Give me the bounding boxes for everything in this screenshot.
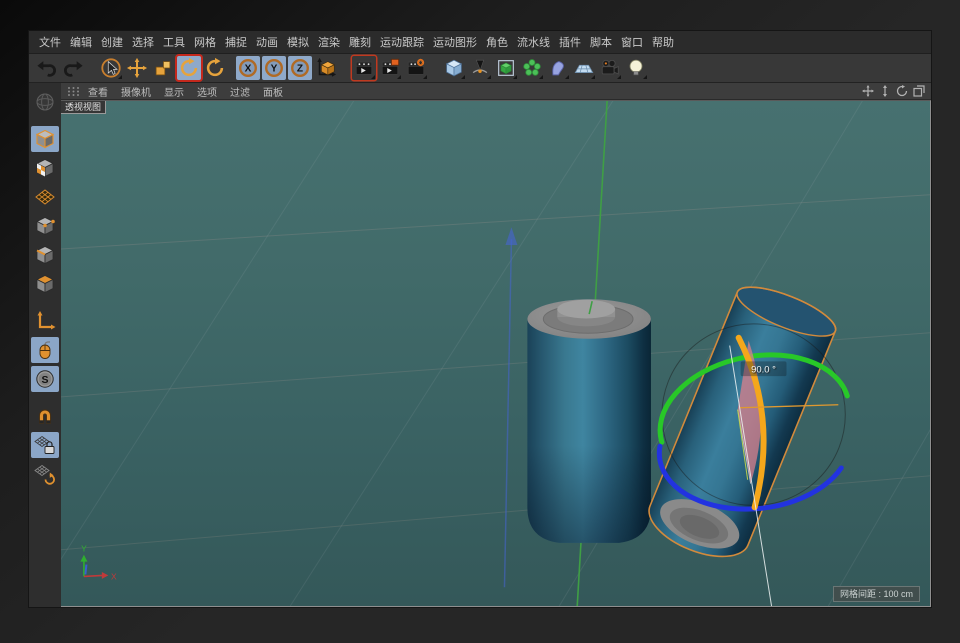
- viewport-menu-item[interactable]: 选项: [197, 84, 217, 99]
- add-camera-icon[interactable]: [598, 56, 622, 80]
- add-mograph-icon[interactable]: [520, 56, 544, 80]
- viewport-menu-items: 查看摄像机显示选项过滤面板: [88, 84, 296, 99]
- orbit-view-icon[interactable]: [895, 85, 908, 98]
- points-mode-icon[interactable]: [31, 213, 59, 239]
- svg-text:S: S: [41, 374, 48, 386]
- render-picture-viewer-icon[interactable]: [378, 56, 402, 80]
- edges-mode-icon[interactable]: [31, 242, 59, 268]
- align-workplane-icon[interactable]: [31, 461, 59, 487]
- toolbar: X Y Z: [29, 54, 931, 83]
- render-settings-icon[interactable]: [404, 56, 428, 80]
- viewport-menubar: 查看摄像机显示选项过滤面板: [61, 83, 931, 100]
- menu-item[interactable]: 模拟: [287, 34, 309, 50]
- menu-item[interactable]: 捕捉: [225, 34, 247, 50]
- svg-text:90.0 °: 90.0 °: [751, 364, 776, 375]
- menu-item[interactable]: 创建: [101, 34, 123, 50]
- view-controls: [861, 85, 925, 98]
- menu-item[interactable]: 文件: [39, 34, 61, 50]
- snap-s-icon[interactable]: S: [31, 366, 59, 392]
- left-tool-palette: S: [29, 83, 61, 607]
- viewport-solo-icon[interactable]: [31, 337, 59, 363]
- menu-item[interactable]: 渲染: [318, 34, 340, 50]
- dolly-view-icon[interactable]: [878, 85, 891, 98]
- menubar: 文件编辑创建选择工具网格捕捉动画模拟渲染雕刻运动跟踪运动图形角色流水线插件脚本窗…: [29, 31, 931, 54]
- x-axis-label: X: [111, 571, 117, 581]
- standing-cylinder[interactable]: [527, 299, 651, 543]
- model-mode-icon[interactable]: [31, 126, 59, 152]
- menu-item[interactable]: 帮助: [652, 34, 674, 50]
- make-editable-icon[interactable]: [31, 89, 59, 115]
- menu-item[interactable]: 运动图形: [433, 34, 477, 50]
- polygons-mode-icon[interactable]: [31, 271, 59, 297]
- menu-item[interactable]: 网格: [194, 34, 216, 50]
- scene-3d: 90.0 ° Y X: [61, 101, 930, 606]
- menu-item[interactable]: 动画: [256, 34, 278, 50]
- viewport-canvas[interactable]: 透视视图 网格间距 : 100 cm: [61, 100, 931, 607]
- y-axis-lock-icon[interactable]: Y: [262, 56, 286, 80]
- menu-item[interactable]: 脚本: [590, 34, 612, 50]
- viewport-menu-item[interactable]: 查看: [88, 84, 108, 99]
- x-axis-lock-icon[interactable]: X: [236, 56, 260, 80]
- z-axis-lock-icon[interactable]: Z: [288, 56, 312, 80]
- menu-item[interactable]: 雕刻: [349, 34, 371, 50]
- viewport-menu-item[interactable]: 过滤: [230, 84, 250, 99]
- lock-workplane-icon[interactable]: [31, 432, 59, 458]
- menu-item[interactable]: 工具: [163, 34, 185, 50]
- redo-icon[interactable]: [61, 56, 85, 80]
- render-view-icon[interactable]: [352, 56, 376, 80]
- panel-grip-icon[interactable]: [67, 86, 80, 97]
- z-axis-stub: [85, 565, 86, 575]
- c4d-window: 文件编辑创建选择工具网格捕捉动画模拟渲染雕刻运动跟踪运动图形角色流水线插件脚本窗…: [28, 30, 932, 608]
- add-generator-icon[interactable]: [494, 56, 518, 80]
- grid-spacing-label: 网格间距 : 100 cm: [833, 586, 920, 602]
- y-axis-label: Y: [81, 544, 87, 554]
- live-selection-icon[interactable]: [99, 56, 123, 80]
- menu-item[interactable]: 运动跟踪: [380, 34, 424, 50]
- viewport-menu-item[interactable]: 显示: [164, 84, 184, 99]
- svg-text:Y: Y: [271, 64, 278, 75]
- viewport-panel: 查看摄像机显示选项过滤面板: [61, 83, 931, 607]
- scale-tool-icon[interactable]: [151, 56, 175, 80]
- menu-item[interactable]: 插件: [559, 34, 581, 50]
- menu-item[interactable]: 角色: [486, 34, 508, 50]
- svg-text:X: X: [245, 64, 252, 75]
- svg-text:Z: Z: [297, 64, 303, 75]
- snap-magnet-icon[interactable]: [31, 403, 59, 429]
- add-spline-icon[interactable]: [468, 56, 492, 80]
- pan-view-icon[interactable]: [861, 85, 874, 98]
- add-environment-icon[interactable]: [572, 56, 596, 80]
- angle-readout: 90.0 °: [741, 361, 787, 376]
- texture-mode-icon[interactable]: [31, 155, 59, 181]
- menu-item[interactable]: 编辑: [70, 34, 92, 50]
- y-axis-arrow: [80, 555, 87, 562]
- add-light-icon[interactable]: [624, 56, 648, 80]
- viewport-menu-item[interactable]: 摄像机: [121, 84, 151, 99]
- viewport-menu-item[interactable]: 面板: [263, 84, 283, 99]
- toggle-panel-icon[interactable]: [912, 85, 925, 98]
- menu-item[interactable]: 选择: [132, 34, 154, 50]
- menu-item[interactable]: 窗口: [621, 34, 643, 50]
- move-tool-icon[interactable]: [125, 56, 149, 80]
- coordinate-system-icon[interactable]: [314, 56, 338, 80]
- last-tool-rotate-icon[interactable]: [203, 56, 227, 80]
- add-deformer-icon[interactable]: [546, 56, 570, 80]
- add-cube-icon[interactable]: [442, 56, 466, 80]
- axis-indicator: Y X: [80, 544, 117, 582]
- x-axis-arrow: [102, 572, 108, 579]
- viewport-label[interactable]: 透视视图: [61, 101, 106, 114]
- main-area: S 查看摄像机显示选项过滤面板: [29, 83, 931, 607]
- enable-axis-icon[interactable]: [31, 308, 59, 334]
- workplane-z-arrow: [504, 227, 517, 587]
- undo-icon[interactable]: [35, 56, 59, 80]
- workplane-mode-icon[interactable]: [31, 184, 59, 210]
- rotate-tool-icon[interactable]: [177, 56, 201, 80]
- menu-item[interactable]: 流水线: [517, 34, 550, 50]
